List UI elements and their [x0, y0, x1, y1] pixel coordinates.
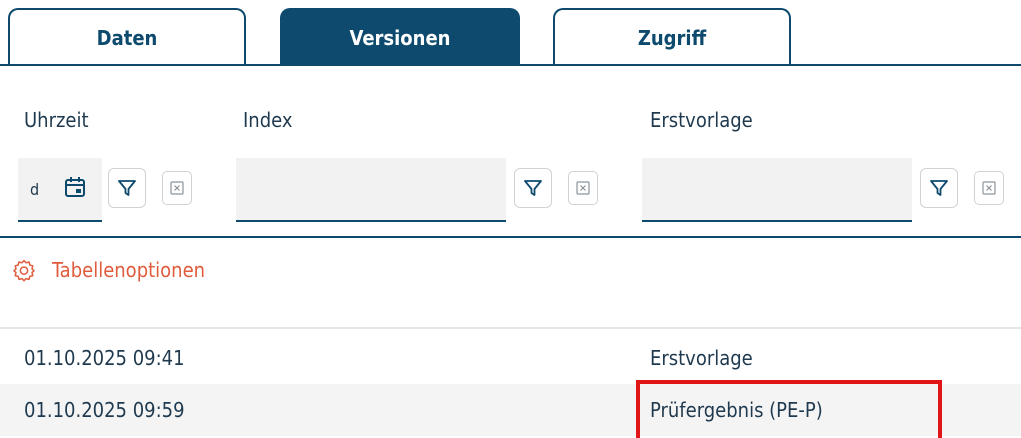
filter-icon — [118, 180, 136, 196]
calendar-icon[interactable] — [64, 176, 86, 202]
filter-icon — [930, 180, 948, 196]
first-submission-filter-button[interactable] — [920, 168, 958, 208]
gear-icon — [13, 259, 35, 282]
tab-label: Versionen — [349, 26, 451, 50]
tab-underline — [0, 64, 1021, 66]
time-cell: 01.10.2025 09:59 — [24, 398, 185, 422]
column-header-first-submission[interactable]: Erstvorlage — [650, 108, 753, 132]
tab-label: Daten — [96, 26, 158, 50]
tab-daten[interactable]: Daten — [8, 8, 246, 66]
table-options-button[interactable]: Tabellenoptionen — [12, 258, 205, 282]
time-filter-button[interactable] — [108, 168, 146, 208]
index-filter-input[interactable] — [236, 158, 506, 222]
time-unit-text: d — [30, 180, 40, 199]
first-submission-cell: Erstvorlage — [650, 346, 753, 370]
time-filter-field[interactable]: d — [18, 158, 102, 222]
tab-label: Zugriff — [637, 26, 707, 50]
clear-filter-icon — [576, 181, 590, 195]
time-cell: 01.10.2025 09:41 — [24, 346, 185, 370]
tab-zugriff[interactable]: Zugriff — [553, 8, 791, 66]
clear-filter-icon — [170, 181, 184, 195]
table-options-label: Tabellenoptionen — [52, 258, 206, 282]
table-row[interactable]: 01.10.2025 09:41 Erstvorlage — [0, 332, 1021, 384]
clear-filter-icon — [982, 181, 996, 195]
column-header-time[interactable]: Uhrzeit — [24, 108, 89, 132]
first-submission-filter-input[interactable] — [642, 158, 912, 222]
first-submission-clear-button[interactable] — [974, 171, 1004, 205]
time-clear-button[interactable] — [162, 171, 192, 205]
rows-top-divider — [0, 327, 1021, 329]
highlight-box — [636, 380, 942, 438]
filter-icon — [524, 180, 542, 196]
tab-bar: Daten Versionen Zugriff — [0, 0, 1021, 66]
column-header-index[interactable]: Index — [243, 108, 293, 132]
tab-versionen[interactable]: Versionen — [280, 8, 520, 66]
index-clear-button[interactable] — [568, 171, 598, 205]
filter-separator — [0, 236, 1021, 238]
index-filter-button[interactable] — [514, 168, 552, 208]
